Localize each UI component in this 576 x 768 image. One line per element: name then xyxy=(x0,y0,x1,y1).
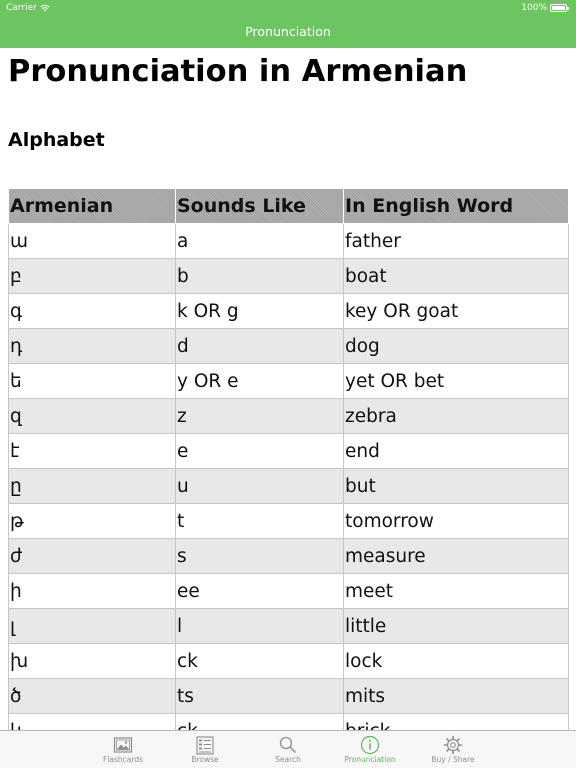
carrier-label: Carrier xyxy=(6,3,37,13)
table-row: ծ ts mits xyxy=(8,678,569,714)
column-header-english-word: In English Word xyxy=(343,188,569,224)
armenian-letter: դ xyxy=(8,328,176,364)
tab-search[interactable]: Search xyxy=(246,731,330,768)
tab-pronunciation[interactable]: Pronunciation xyxy=(328,731,412,768)
content-scroll-view[interactable]: Pronunciation in Armenian Alphabet Armen… xyxy=(0,48,576,730)
sound: ck xyxy=(175,643,344,679)
table-row: կ ck brick xyxy=(8,713,569,730)
table-row: թ t tomorrow xyxy=(8,503,569,539)
info-icon xyxy=(360,735,380,755)
english-word: end xyxy=(343,433,569,469)
table-row: զ z zebra xyxy=(8,398,569,434)
table-row: ը u but xyxy=(8,468,569,504)
sound: d xyxy=(175,328,344,364)
table-row: ե y OR e yet OR bet xyxy=(8,363,569,399)
sound: z xyxy=(175,398,344,434)
armenian-letter: ե xyxy=(8,363,176,399)
tab-bar: Flashcards Browse Search Pronunciation B… xyxy=(0,730,576,768)
english-word: boat xyxy=(343,258,569,294)
column-header-sounds-like: Sounds Like xyxy=(175,188,344,224)
image-icon xyxy=(113,737,133,753)
armenian-letter: թ xyxy=(8,503,176,539)
armenian-letter: ժ xyxy=(8,538,176,574)
table-row: ա a father xyxy=(8,223,569,259)
table-row: բ b boat xyxy=(8,258,569,294)
sound: k OR g xyxy=(175,293,344,329)
english-word: dog xyxy=(343,328,569,364)
tab-label: Buy / Share xyxy=(431,755,475,764)
english-word: lock xyxy=(343,643,569,679)
alphabet-table: Armenian Sounds Like In English Word ա a… xyxy=(8,188,569,730)
sound: u xyxy=(175,468,344,504)
sound: s xyxy=(175,538,344,574)
table-row: ժ s measure xyxy=(8,538,569,574)
tab-flashcards[interactable]: Flashcards xyxy=(81,731,165,768)
armenian-letter: զ xyxy=(8,398,176,434)
english-word: but xyxy=(343,468,569,504)
sound: ee xyxy=(175,573,344,609)
sound: y OR e xyxy=(175,363,344,399)
search-icon xyxy=(279,736,297,754)
sound: a xyxy=(175,223,344,259)
nav-title: Pronunciation xyxy=(245,24,331,39)
section-title: Alphabet xyxy=(8,129,105,151)
armenian-letter: է xyxy=(8,433,176,469)
tab-label: Browse xyxy=(191,755,219,764)
armenian-letter: ծ xyxy=(8,678,176,714)
english-word: zebra xyxy=(343,398,569,434)
table-row: է e end xyxy=(8,433,569,469)
carrier-info: Carrier xyxy=(6,0,50,16)
tab-label: Search xyxy=(275,755,301,764)
header: Carrier 100% Pronunciation xyxy=(0,0,576,48)
list-icon xyxy=(196,736,214,755)
english-word: mits xyxy=(343,678,569,714)
status-bar: Carrier 100% xyxy=(0,0,576,16)
wifi-icon xyxy=(40,4,50,12)
sound: t xyxy=(175,503,344,539)
english-word: little xyxy=(343,608,569,644)
table-row: դ d dog xyxy=(8,328,569,364)
table-row: խ ck lock xyxy=(8,643,569,679)
english-word: father xyxy=(343,223,569,259)
sound: e xyxy=(175,433,344,469)
tab-browse[interactable]: Browse xyxy=(163,731,247,768)
armenian-letter: կ xyxy=(8,713,176,730)
sound: l xyxy=(175,608,344,644)
english-word: tomorrow xyxy=(343,503,569,539)
tab-buy-share[interactable]: Buy / Share xyxy=(411,731,495,768)
tab-label: Pronunciation xyxy=(344,755,396,764)
armenian-letter: ը xyxy=(8,468,176,504)
english-word: measure xyxy=(343,538,569,574)
armenian-letter: բ xyxy=(8,258,176,294)
armenian-letter: լ xyxy=(8,608,176,644)
english-word: meet xyxy=(343,573,569,609)
sound: b xyxy=(175,258,344,294)
english-word: key OR goat xyxy=(343,293,569,329)
english-word: yet OR bet xyxy=(343,363,569,399)
table-row: գ k OR g key OR goat xyxy=(8,293,569,329)
english-word: brick xyxy=(343,713,569,730)
table-header-row: Armenian Sounds Like In English Word xyxy=(8,188,569,224)
gear-icon xyxy=(443,735,463,755)
table-row: ի ee meet xyxy=(8,573,569,609)
battery-icon xyxy=(550,3,570,13)
page-title: Pronunciation in Armenian xyxy=(8,54,468,89)
sound: ck xyxy=(175,713,344,730)
sound: ts xyxy=(175,678,344,714)
armenian-letter: գ xyxy=(8,293,176,329)
battery-percent: 100% xyxy=(521,3,547,13)
column-header-armenian: Armenian xyxy=(8,188,176,224)
armenian-letter: ի xyxy=(8,573,176,609)
battery-info: 100% xyxy=(521,0,570,16)
table-row: լ l little xyxy=(8,608,569,644)
armenian-letter: խ xyxy=(8,643,176,679)
tab-label: Flashcards xyxy=(103,755,143,764)
app-screen: Carrier 100% Pronunciation Pronunciation… xyxy=(0,0,576,768)
armenian-letter: ա xyxy=(8,223,176,259)
